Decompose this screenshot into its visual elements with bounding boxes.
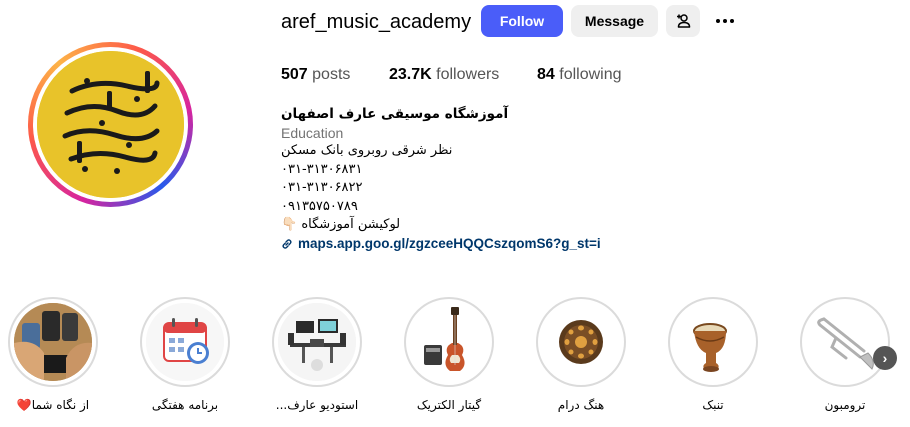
profile-avatar[interactable] [37,51,184,198]
highlight-label: تنبک [702,398,724,412]
more-options-icon [716,19,734,23]
phones-photo-icon [14,303,92,381]
following-stat[interactable]: 84 following [537,66,622,84]
link-icon [282,239,292,249]
bio-line-location: لوکیشن آموزشگاه 👇🏻 [281,217,401,232]
bio-link-text: maps.app.goo.gl/zgzceeHQQCszqomS6?g_st=i [298,235,601,251]
bio-line-address: نظر شرقی روبروی بانک مسکن [281,143,453,158]
posts-stat: 507 posts [281,66,389,84]
bio-line-mobile: ۰۹۱۳۵۷۵۰۷۸۹ [281,198,358,214]
bio-line-phone-2: ۰۳۱-۳۱۳۰۶۸۲۲ [281,180,363,195]
highlight-label: گیتار الکتریک [416,398,482,412]
followers-stat[interactable]: 23.7K followers [389,66,537,84]
highlight-label: ترومبون [824,398,866,412]
academy-logo [37,51,184,198]
highlight-item[interactable]: هنگ درام [536,297,626,412]
more-options-button[interactable] [710,5,740,37]
highlight-item[interactable]: از نگاه شما❤️ [8,297,98,412]
following-label: following [559,66,622,83]
profile-avatar-ring[interactable] [28,42,193,207]
bio-line-phone-1: ۰۳۱-۳۱۳۰۶۸۳۱ [281,161,363,177]
username: aref_music_academy [281,11,472,33]
message-button[interactable]: Message [571,5,658,37]
add-person-icon [677,14,691,28]
profile-category: Education [281,124,344,141]
following-count: 84 [537,66,555,83]
highlight-item[interactable]: استودیو عارف... [272,297,362,412]
profile-bio: آموزشگاه موسیقی عارف اصفهان Education نظ… [281,105,601,253]
highlight-label: هنگ درام [557,398,605,412]
highlight-label: استودیو عارف... [275,398,359,412]
posts-label: posts [312,66,351,83]
highlight-item[interactable]: گیتار الکتریک [404,297,494,412]
hang-drum-icon [542,303,620,381]
suggested-accounts-button[interactable] [666,5,700,37]
highlights-next-button[interactable]: › [873,346,897,370]
highlight-item[interactable]: برنامه هفتگی [140,297,230,412]
chevron-right-icon: › [882,350,888,366]
profile-stats: 507 posts 23.7K followers 84 following [281,66,622,84]
highlight-item[interactable]: تنبک [668,297,758,412]
electric-guitar-icon [410,303,488,381]
highlight-label: از نگاه شما❤️ [16,398,90,412]
trombone-icon [806,303,884,381]
follow-button[interactable]: Follow [481,5,563,37]
profile-name: آموزشگاه موسیقی عارف اصفهان [281,106,509,122]
followers-label: followers [436,66,500,83]
bio-link[interactable]: maps.app.goo.gl/zgzceeHQQCszqomS6?g_st=i [281,235,601,254]
posts-count: 507 [281,66,308,83]
tonbak-drum-icon [674,303,752,381]
followers-count: 23.7K [389,66,432,83]
highlight-label: برنامه هفتگی [151,398,219,412]
studio-icon [278,303,356,381]
calendar-icon [146,303,224,381]
